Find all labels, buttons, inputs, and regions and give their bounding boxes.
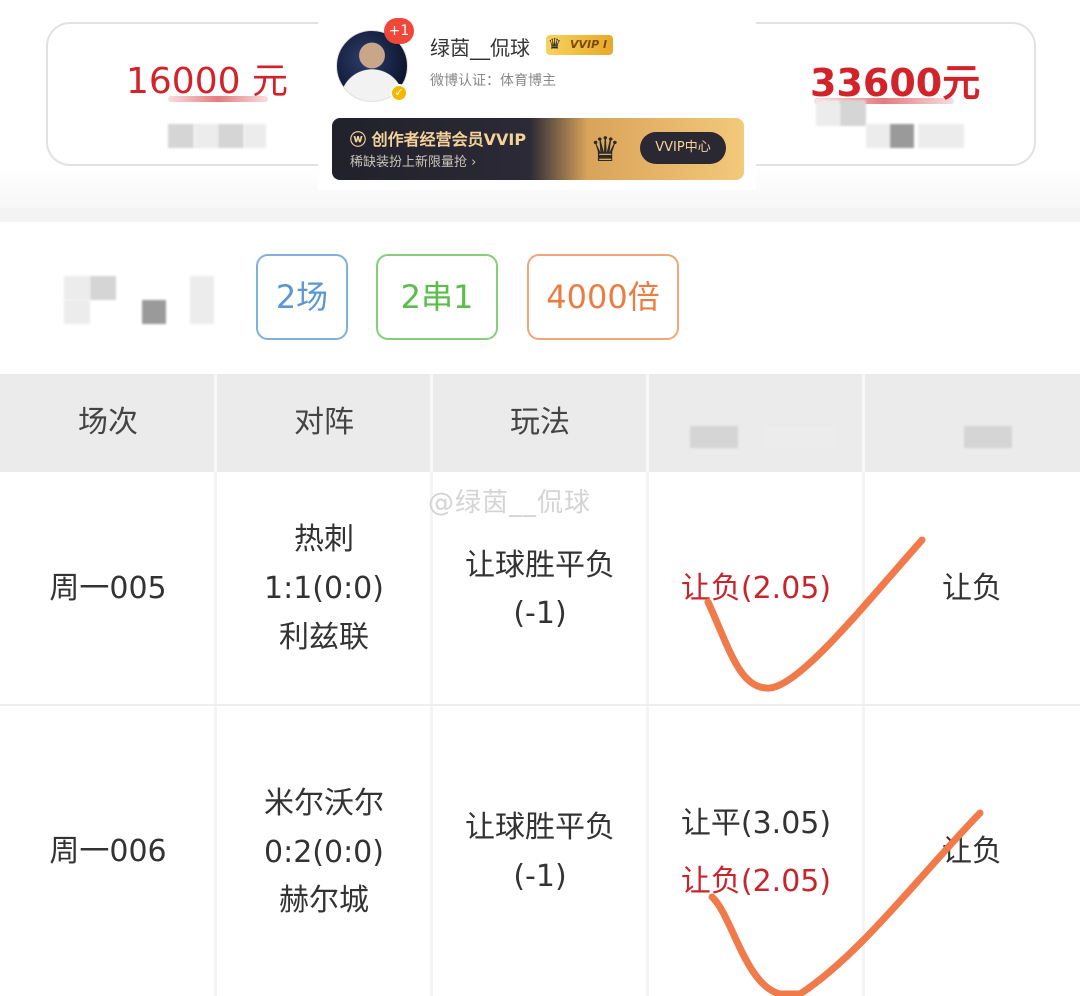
pick: 让负(2.05) <box>680 571 832 606</box>
pick: 让平(3.05) <box>680 806 832 841</box>
vvip-center-button[interactable]: VVIP中心 <box>640 132 726 164</box>
handicap: (-1) <box>513 596 567 631</box>
blurred-text-right <box>816 100 840 126</box>
watermark: @绿茵__侃球 <box>428 488 592 518</box>
blurred-label <box>64 276 90 300</box>
verified-icon: ✓ <box>390 84 408 102</box>
pick: 让负(2.05) <box>680 864 832 899</box>
section-divider <box>0 208 1080 222</box>
notification-badge: +1 <box>384 18 414 44</box>
blurred-text-left <box>168 124 194 148</box>
match-id: 周一006 <box>49 834 167 869</box>
blurred-label <box>190 276 214 324</box>
multiplier-tag: 4000倍 <box>527 254 679 340</box>
amount-underline-left <box>168 96 268 102</box>
blurred-text-right <box>890 124 914 148</box>
vvip-badge-label: VVIP Ⅰ <box>570 38 608 51</box>
play-type: 让球胜平负 <box>465 810 615 845</box>
match-id: 周一005 <box>49 571 167 606</box>
blurred-label <box>90 276 116 300</box>
blurred-text-right <box>866 124 890 148</box>
blurred-text-left <box>244 124 266 148</box>
vvip-promo-banner[interactable]: ⓦ 创作者经营会员VVIP 稀缺装扮上新限量抢 › ♛ VVIP中心 <box>332 118 744 180</box>
result: 让负 <box>942 834 1002 869</box>
blurred-text-left <box>194 124 218 148</box>
banner-subtitle[interactable]: 稀缺装扮上新限量抢 › <box>350 151 476 170</box>
table-header: 场次 对阵 玩法 <box>0 374 1080 472</box>
fixture-score: 1:1(0:0) <box>264 571 384 606</box>
parlay-type-tag: 2串1 <box>376 254 498 340</box>
weibo-icon: ⓦ <box>350 130 367 149</box>
fixture-away: 利兹联 <box>279 620 369 655</box>
banner-title: ⓦ 创作者经营会员VVIP <box>350 126 526 150</box>
handicap: (-1) <box>513 859 567 894</box>
header-pick-blurred <box>648 374 864 472</box>
blurred-text-right <box>840 100 866 126</box>
play-type: 让球胜平负 <box>465 548 615 583</box>
blurred-label <box>64 300 90 324</box>
header-match-id: 场次 <box>78 405 138 440</box>
banner-title-text: 创作者经营会员VVIP <box>371 130 527 149</box>
fixture-home: 热刺 <box>294 522 354 557</box>
fixture-score: 0:2(0:0) <box>264 835 384 870</box>
fixture-home: 米尔沃尔 <box>264 786 384 821</box>
verification-text: 微博认证：体育博主 <box>430 73 556 89</box>
result: 让负 <box>942 571 1002 606</box>
username[interactable]: 绿茵__侃球 <box>430 32 530 61</box>
blurred-text-right <box>918 124 964 148</box>
fixture-away: 赫尔城 <box>279 883 369 918</box>
header-result-blurred <box>864 374 1080 472</box>
header-fixture: 对阵 <box>294 405 354 440</box>
header-play-type: 玩法 <box>510 405 570 440</box>
blurred-text-left <box>218 124 244 148</box>
blurred-label <box>142 300 166 324</box>
matches-count-tag: 2场 <box>256 254 348 340</box>
table-row: 周一006 米尔沃尔 0:2(0:0) 赫尔城 让球胜平负 (-1) 让平(3.… <box>0 706 1080 996</box>
weibo-user-card[interactable]: +1 ✓ 绿茵__侃球 ♛ VVIP Ⅰ 微博认证：体育博主 ⓦ 创作者经营会员… <box>318 0 756 190</box>
vvip-badge[interactable]: ♛ VVIP Ⅰ <box>546 35 614 55</box>
crown-icon: ♛ <box>548 35 562 53</box>
crown-icon: ♛ <box>590 130 621 170</box>
